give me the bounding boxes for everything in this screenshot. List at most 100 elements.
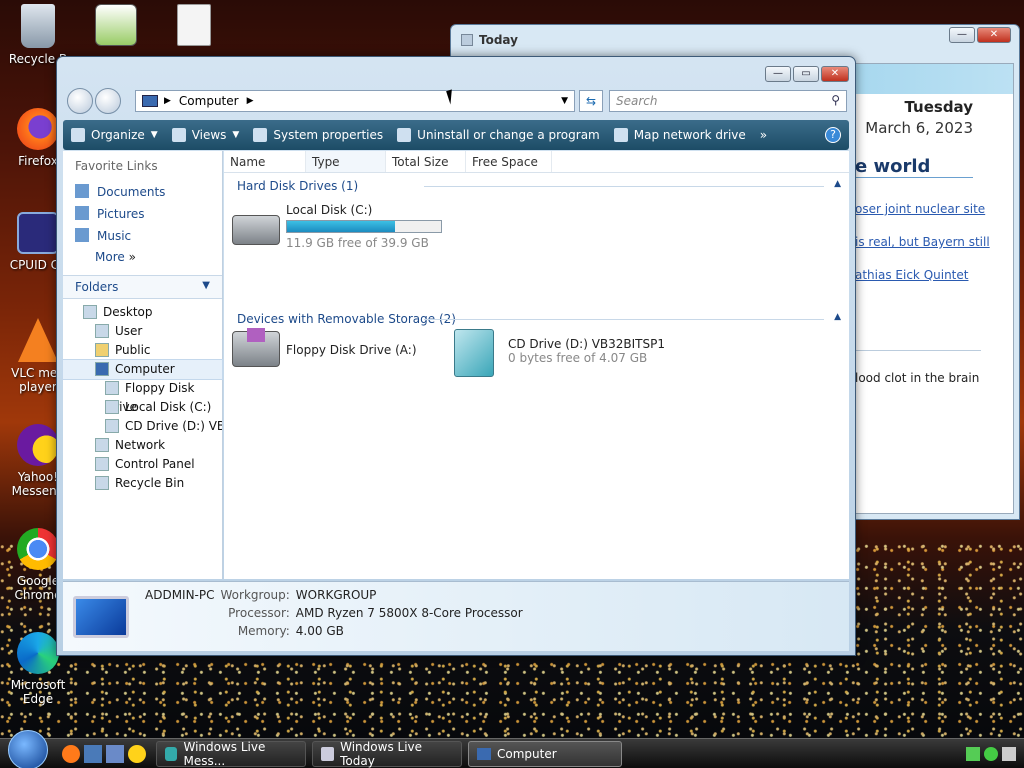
- views-label: Views: [191, 128, 227, 142]
- help-icon[interactable]: ?: [825, 127, 841, 143]
- messenger-icon: [165, 746, 178, 761]
- drive-cd[interactable]: CD Drive (D:) VB32BITSP1 0 bytes free of…: [454, 329, 665, 377]
- tree-item-user[interactable]: User: [63, 322, 222, 341]
- taskbar-item-messenger[interactable]: Windows Live Mess...: [156, 740, 306, 768]
- taskbar: Windows Live Mess... Windows Live Today …: [0, 729, 1024, 768]
- today-window-icon: [461, 34, 473, 46]
- favorite-link-documents[interactable]: Documents: [63, 181, 222, 203]
- more-links-button[interactable]: More »: [63, 247, 222, 269]
- address-text: Computer: [178, 94, 239, 108]
- messenger-status-icon[interactable]: [984, 746, 998, 761]
- tree-item-public[interactable]: Public: [63, 341, 222, 360]
- group-header-removable[interactable]: Hard Disk Drives (1)Devices with Removab…: [224, 308, 849, 331]
- collapse-icon[interactable]: ▲: [834, 312, 841, 322]
- breadcrumb-arrow-icon: ▶: [164, 96, 171, 106]
- views-button[interactable]: Views ▼: [171, 128, 239, 142]
- minimize-button[interactable]: —: [949, 27, 975, 43]
- today-title: Today: [451, 25, 1019, 55]
- desktop-icon-notepad[interactable]: [78, 4, 154, 50]
- group-header-hard-disks[interactable]: Hard Disk Drives (1) ▲: [224, 175, 849, 198]
- organize-button[interactable]: Organize ▼: [71, 128, 158, 142]
- column-header-free-space[interactable]: Free Space: [466, 151, 552, 172]
- today-news-link[interactable]: athias Eick Quintet: [855, 268, 968, 282]
- drive-free-space: 11.9 GB free of 39.9 GB: [286, 236, 429, 250]
- drive-name: Floppy Disk Drive (A:): [286, 343, 417, 357]
- start-button[interactable]: [8, 729, 48, 768]
- close-button[interactable]: ✕: [977, 27, 1011, 43]
- tree-item-floppy[interactable]: Floppy Disk Drive: [63, 379, 222, 414]
- folders-header[interactable]: Folders ▼: [63, 275, 222, 299]
- today-divider: [855, 350, 981, 351]
- system-properties-button[interactable]: System properties: [253, 128, 383, 142]
- tree-item-computer[interactable]: Computer: [62, 359, 223, 380]
- back-button[interactable]: [67, 88, 93, 114]
- processor-label: Processor:: [228, 606, 290, 620]
- collapse-icon[interactable]: ▲: [834, 179, 841, 189]
- explorer-window[interactable]: — ▭ ✕ ▶ Computer ▶ ▼ ⇆ Search ⚲ Organize ▼…: [56, 56, 856, 656]
- tree-item-cd-drive[interactable]: CD Drive (D:) VB32: [63, 417, 222, 436]
- favorite-link-pictures[interactable]: Pictures: [63, 203, 222, 225]
- tree-item-desktop[interactable]: Desktop: [63, 303, 222, 322]
- disk-usage-bar: [286, 220, 442, 233]
- refresh-button[interactable]: ⇆: [579, 90, 603, 112]
- messenger-tray-icon[interactable]: [1002, 746, 1016, 761]
- show-desktop-icon[interactable]: [84, 744, 102, 763]
- network-status-icon[interactable]: [966, 746, 980, 761]
- address-bar[interactable]: ▶ Computer ▶ ▼: [135, 90, 575, 112]
- forward-button[interactable]: [95, 88, 121, 114]
- drive-floppy[interactable]: Floppy Disk Drive (A:): [232, 328, 417, 367]
- floppy-disk-icon: [247, 328, 265, 342]
- search-input[interactable]: Search ⚲: [609, 90, 847, 112]
- messenger-icon[interactable]: [128, 744, 146, 763]
- views-icon: [171, 128, 186, 142]
- memory-label: Memory:: [237, 624, 290, 638]
- cd-drive-icon: [454, 329, 494, 377]
- navigation-pane: Favorite Links Documents Pictures Music …: [62, 151, 223, 579]
- chevron-down-icon: ▼: [150, 130, 158, 140]
- organize-label: Organize: [91, 128, 145, 142]
- tree-item-local-disk[interactable]: Local Disk (C:): [63, 398, 222, 417]
- tree-item-recycle-bin[interactable]: Recycle Bin: [63, 474, 222, 493]
- desktop-icon-file[interactable]: [156, 4, 232, 50]
- recycle-bin-icon: [21, 4, 55, 48]
- column-header-name[interactable]: Name: [224, 151, 306, 172]
- uninstall-program-button[interactable]: Uninstall or change a program: [397, 128, 600, 142]
- yahoo-messenger-icon: [17, 424, 59, 466]
- tree-item-network[interactable]: Network: [63, 436, 222, 455]
- taskbar-item-today[interactable]: Windows Live Today: [312, 740, 462, 768]
- search-placeholder: Search: [616, 94, 658, 108]
- today-news-link[interactable]: is real, but Bayern still: [855, 235, 990, 249]
- user-folder-icon: [95, 324, 109, 338]
- workgroup-value: WORKGROUP: [295, 588, 377, 602]
- tree-item-control-panel[interactable]: Control Panel: [63, 455, 222, 474]
- computer-icon: [95, 362, 109, 376]
- today-day: Tuesday: [904, 98, 973, 116]
- more-commands-button[interactable]: »: [760, 128, 767, 142]
- column-header-total-size[interactable]: Total Size: [386, 151, 466, 172]
- drive-local-disk[interactable]: Local Disk (C:) 11.9 GB free of 39.9 GB: [232, 203, 442, 250]
- minimize-button[interactable]: —: [765, 66, 791, 82]
- hard-disk-icon: [232, 215, 280, 245]
- drive-name: Local Disk (C:): [286, 203, 373, 217]
- column-header-type[interactable]: Type: [306, 151, 386, 172]
- close-button[interactable]: ✕: [821, 66, 849, 82]
- system-properties-label: System properties: [273, 128, 384, 142]
- breadcrumb-arrow-icon: ▶: [246, 96, 254, 106]
- firefox-icon[interactable]: [62, 744, 80, 763]
- today-date: March 6, 2023: [865, 119, 973, 137]
- chrome-icon: [17, 528, 59, 570]
- floppy-icon: [105, 381, 119, 395]
- today-news-link[interactable]: oser joint nuclear site: [855, 202, 985, 216]
- search-icon[interactable]: ⚲: [831, 93, 840, 107]
- system-tray: [966, 746, 1016, 761]
- uninstall-icon: [397, 128, 412, 142]
- computer-icon: [477, 747, 491, 760]
- folder-icon: [95, 343, 109, 357]
- taskbar-item-computer[interactable]: Computer: [468, 740, 622, 767]
- maximize-button[interactable]: ▭: [793, 66, 819, 82]
- address-dropdown-icon[interactable]: ▼: [561, 96, 568, 106]
- switch-windows-icon[interactable]: [106, 744, 124, 763]
- map-network-drive-button[interactable]: Map network drive: [613, 128, 746, 142]
- favorite-link-music[interactable]: Music: [63, 225, 222, 247]
- memory-value: 4.00 GB: [295, 624, 344, 638]
